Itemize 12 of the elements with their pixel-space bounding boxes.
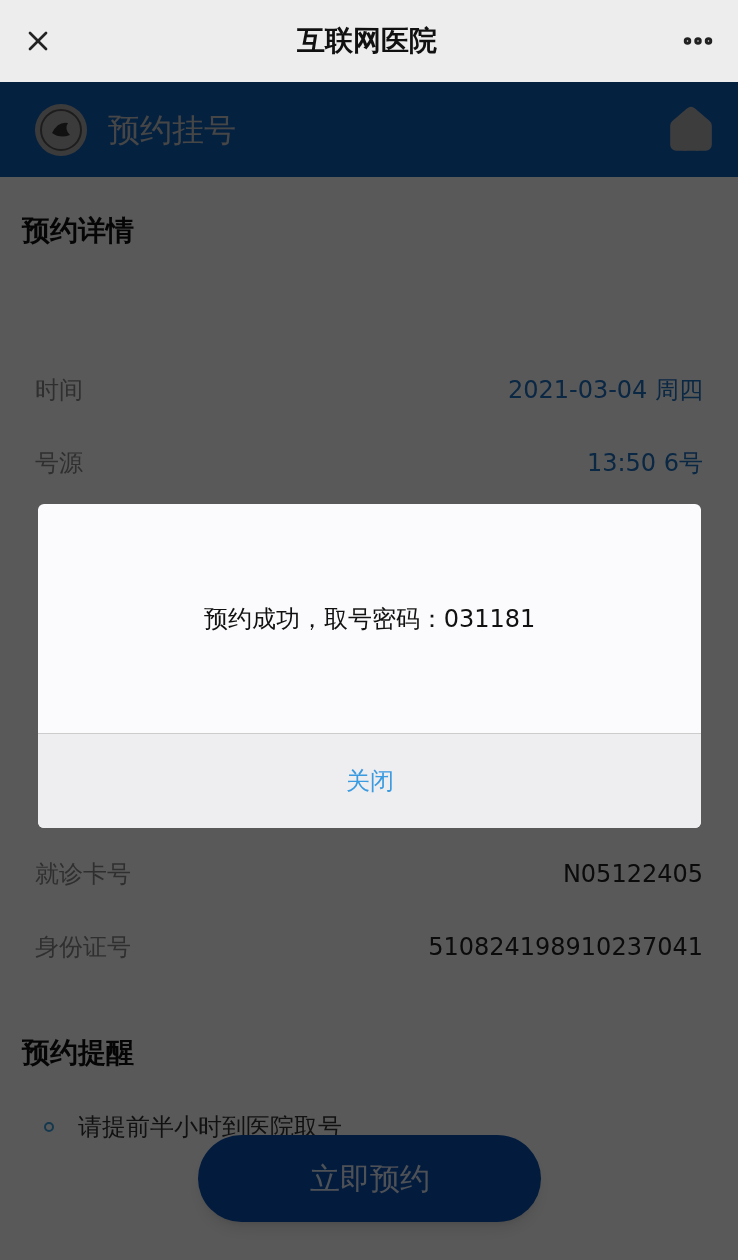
- section-heading: 预约详情: [20, 215, 134, 247]
- bullet-icon: [44, 1122, 54, 1132]
- dialog-message: 预约成功，取号密码：031181: [203, 603, 536, 635]
- page-title: 互联网医院: [297, 23, 437, 59]
- field-value: 2021-03-04 周四: [507, 374, 703, 406]
- logo-icon: [34, 102, 88, 157]
- header-title: 预约挂号: [108, 109, 236, 151]
- section-heading: 预约提醒: [20, 1037, 134, 1069]
- field-value: 13:50 6号: [586, 447, 703, 479]
- dialog-close-button[interactable]: 关闭: [38, 733, 701, 828]
- field-value: N05122405: [562, 858, 703, 890]
- field-value: 510824198910237041: [428, 931, 703, 963]
